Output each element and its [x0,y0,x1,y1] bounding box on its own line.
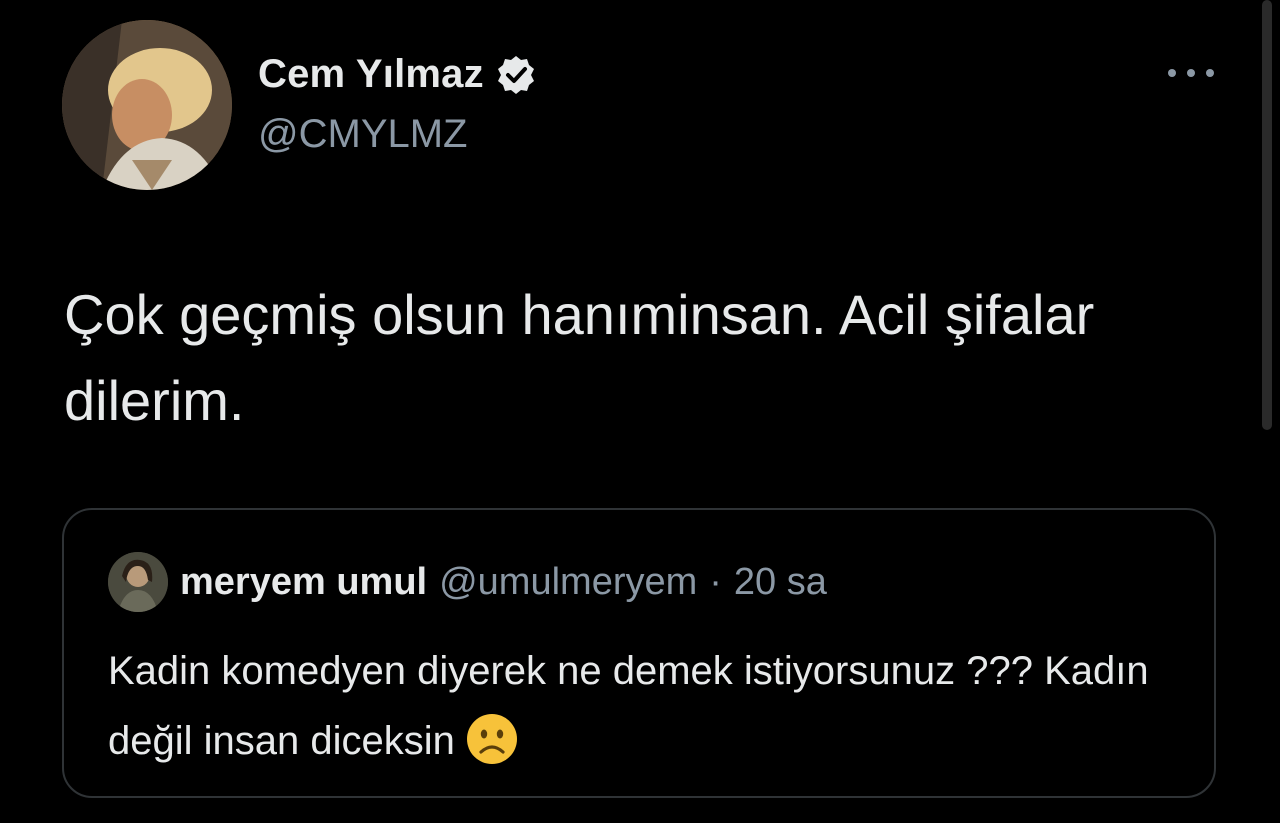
author-handle[interactable]: @CMYLMZ [258,112,468,157]
frowning-face-icon [465,712,519,766]
tweet: Cem Yılmaz @CMYLMZ Çok geçmiş olsun hanı… [0,0,1280,823]
more-options-icon[interactable] [1168,62,1214,84]
quoted-author-handle[interactable]: @umulmeryem [439,561,697,604]
author-avatar[interactable] [62,20,232,190]
quoted-author-display-name[interactable]: meryem umul [180,561,427,604]
author-avatar-image [62,20,232,190]
tweet-text: Çok geçmiş olsun hanıminsan. Acil şifala… [64,283,1095,432]
scrollbar[interactable] [1262,0,1272,430]
verified-badge-icon [494,53,538,97]
quoted-tweet-header: meryem umul @umulmeryem · 20 sa [108,552,827,612]
quoted-tweet-text-content: Kadin komedyen diyerek ne demek istiyors… [108,649,1149,763]
quoted-separator: · [709,560,722,603]
quoted-author-avatar[interactable] [108,552,168,612]
quoted-tweet-text: Kadin komedyen diyerek ne demek istiyors… [108,636,1168,776]
author-name-row: Cem Yılmaz [258,52,538,97]
author-display-name[interactable]: Cem Yılmaz [258,52,484,97]
quoted-tweet-card[interactable]: meryem umul @umulmeryem · 20 sa Kadin ko… [62,508,1216,798]
quoted-timestamp[interactable]: 20 sa [734,561,827,604]
